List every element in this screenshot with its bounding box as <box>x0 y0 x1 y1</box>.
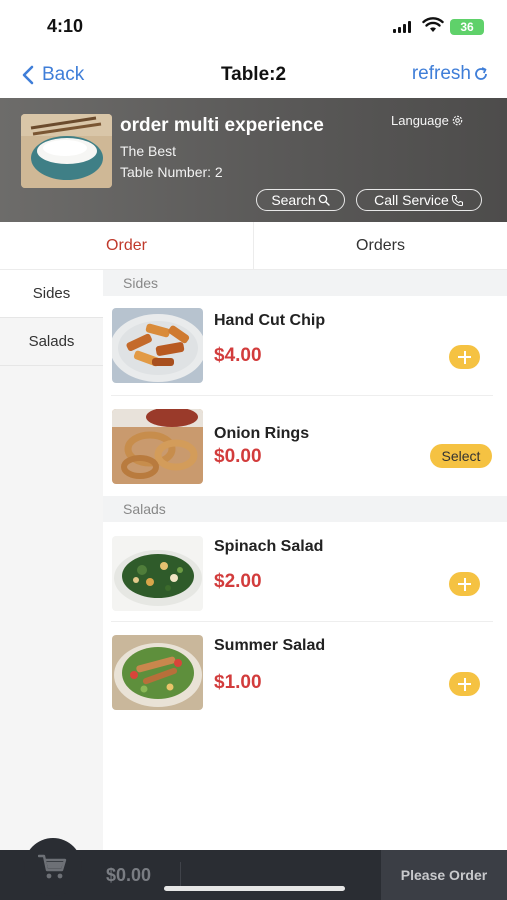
item-price: $4.00 <box>214 345 262 366</box>
search-label: Search <box>271 192 316 208</box>
checkout-button[interactable]: Please Order <box>381 850 507 900</box>
table-number: Table Number: 2 <box>120 164 223 180</box>
divider <box>180 862 181 888</box>
search-icon <box>318 194 330 206</box>
section-header-sides: Sides <box>103 270 507 296</box>
call-service-label: Call Service <box>374 192 449 208</box>
add-button[interactable] <box>449 572 480 596</box>
sidebar-item-salads[interactable]: Salads <box>0 318 103 366</box>
language-label: Language <box>391 113 449 128</box>
summer-salad-image <box>112 635 203 710</box>
add-button[interactable] <box>449 672 480 696</box>
tab-order[interactable]: Order <box>0 222 253 269</box>
item-price: $2.00 <box>214 571 262 592</box>
item-name: Hand Cut Chip <box>214 312 326 329</box>
cart-bar: $0.00 Please Order <box>0 838 507 900</box>
call-service-button[interactable]: Call Service <box>356 189 482 211</box>
home-indicator <box>164 886 345 891</box>
store-subtitle: The Best <box>120 143 177 159</box>
item-name: Onion Rings <box>214 425 310 442</box>
list-item[interactable]: Onion Rings $0.00 Select <box>103 396 507 494</box>
wifi-icon <box>422 17 444 32</box>
navigation-bar: Back Table:2 refresh <box>0 50 507 98</box>
phone-icon <box>451 194 463 206</box>
store-name: order multi experience <box>120 115 324 136</box>
spinach-salad-image <box>112 536 203 611</box>
item-price: $1.00 <box>214 672 262 693</box>
back-label: Back <box>42 64 85 85</box>
status-time: 4:10 <box>47 16 84 36</box>
cart-icon <box>38 854 67 879</box>
onion-rings-image <box>112 409 203 484</box>
list-item[interactable]: Spinach Salad $2.00 <box>103 524 507 622</box>
add-button[interactable] <box>449 345 480 369</box>
search-button[interactable]: Search <box>256 189 345 211</box>
language-button[interactable]: Language <box>391 113 464 128</box>
item-name: Spinach Salad <box>214 538 324 555</box>
refresh-button[interactable]: refresh <box>412 63 489 85</box>
tab-orders[interactable]: Orders <box>253 222 507 269</box>
item-price: $0.00 <box>214 446 262 467</box>
cart-total: $0.00 <box>106 865 152 885</box>
hand-cut-chip-image <box>112 308 203 383</box>
list-item[interactable]: Hand Cut Chip $4.00 <box>103 298 507 396</box>
signal-icon <box>393 21 415 33</box>
sidebar-item-sides[interactable]: Sides <box>0 270 103 318</box>
list-item[interactable]: Summer Salad $1.00 <box>103 623 507 721</box>
item-name: Summer Salad <box>214 637 326 654</box>
battery-icon: 36 <box>450 19 484 35</box>
cart-button[interactable] <box>24 838 82 896</box>
store-image <box>21 114 112 188</box>
order-tabs: Order Orders <box>0 222 507 270</box>
back-button[interactable]: Back <box>22 63 84 87</box>
section-header-salads: Salads <box>103 496 507 522</box>
store-banner: order multi experience The Best Table Nu… <box>0 98 507 222</box>
refresh-icon <box>475 67 487 80</box>
select-button[interactable]: Select <box>430 444 492 468</box>
refresh-label: refresh <box>411 63 471 84</box>
divider <box>111 621 493 622</box>
chevron-left-icon <box>22 65 34 85</box>
menu-list: Sides Hand Cut Chip $4.00 Onion Rings $0… <box>103 270 507 850</box>
category-sidebar: Sides Salads <box>0 270 103 850</box>
gear-icon <box>452 115 463 126</box>
status-bar: 4:10 36 <box>0 0 507 50</box>
